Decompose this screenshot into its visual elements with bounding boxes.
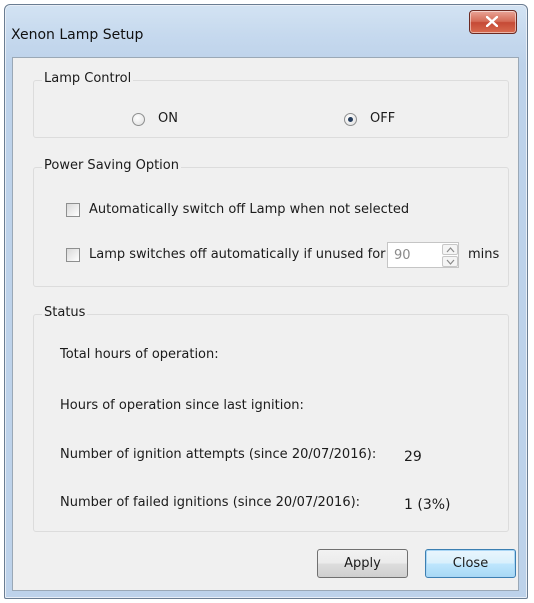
lamp-off-radio[interactable]	[344, 113, 357, 126]
failed-ignitions-value: 1 (3%)	[404, 497, 451, 513]
auto-off-unselected-label[interactable]: Automatically switch off Lamp when not s…	[89, 202, 409, 217]
window-title: Xenon Lamp Setup	[11, 27, 144, 43]
lamp-on-radio[interactable]	[132, 113, 145, 126]
unused-minutes-spinbox[interactable]: 90	[387, 242, 459, 268]
chevron-down-icon	[446, 259, 455, 265]
minutes-unit-label: mins	[468, 247, 500, 262]
spin-down-button[interactable]	[442, 256, 458, 267]
dialog-window: Xenon Lamp Setup Lamp Control ON OFF Pow…	[4, 4, 528, 599]
apply-button[interactable]: Apply	[317, 549, 408, 578]
ignition-attempts-label: Number of ignition attempts (since 20/07…	[60, 447, 377, 462]
window-close-button[interactable]	[469, 10, 517, 34]
close-button[interactable]: Close	[425, 549, 516, 578]
close-icon	[486, 16, 498, 27]
dialog-body: Lamp Control ON OFF Power Saving Option …	[12, 57, 519, 591]
total-hours-label: Total hours of operation:	[60, 347, 219, 362]
unused-minutes-value[interactable]: 90	[394, 248, 411, 263]
failed-ignitions-label: Number of failed ignitions (since 20/07/…	[60, 495, 361, 510]
power-saving-label: Power Saving Option	[42, 158, 181, 173]
title-bar[interactable]: Xenon Lamp Setup	[5, 5, 527, 61]
auto-off-unused-checkbox[interactable]	[66, 248, 80, 262]
auto-off-unused-label[interactable]: Lamp switches off automatically if unuse…	[89, 247, 386, 262]
chevron-up-icon	[446, 247, 455, 253]
power-saving-group: Power Saving Option Automatically switch…	[33, 158, 509, 287]
ignition-attempts-value: 29	[404, 449, 422, 465]
lamp-control-group: Lamp Control ON OFF	[33, 71, 509, 138]
lamp-control-label: Lamp Control	[42, 71, 134, 86]
spin-up-button[interactable]	[442, 244, 458, 255]
hours-since-ignition-label: Hours of operation since last ignition:	[60, 398, 304, 413]
status-label: Status	[42, 305, 88, 320]
lamp-on-label[interactable]: ON	[158, 111, 178, 126]
lamp-off-label[interactable]: OFF	[370, 111, 395, 126]
auto-off-unselected-checkbox[interactable]	[66, 203, 80, 217]
status-group: Status Total hours of operation: Hours o…	[33, 305, 509, 532]
